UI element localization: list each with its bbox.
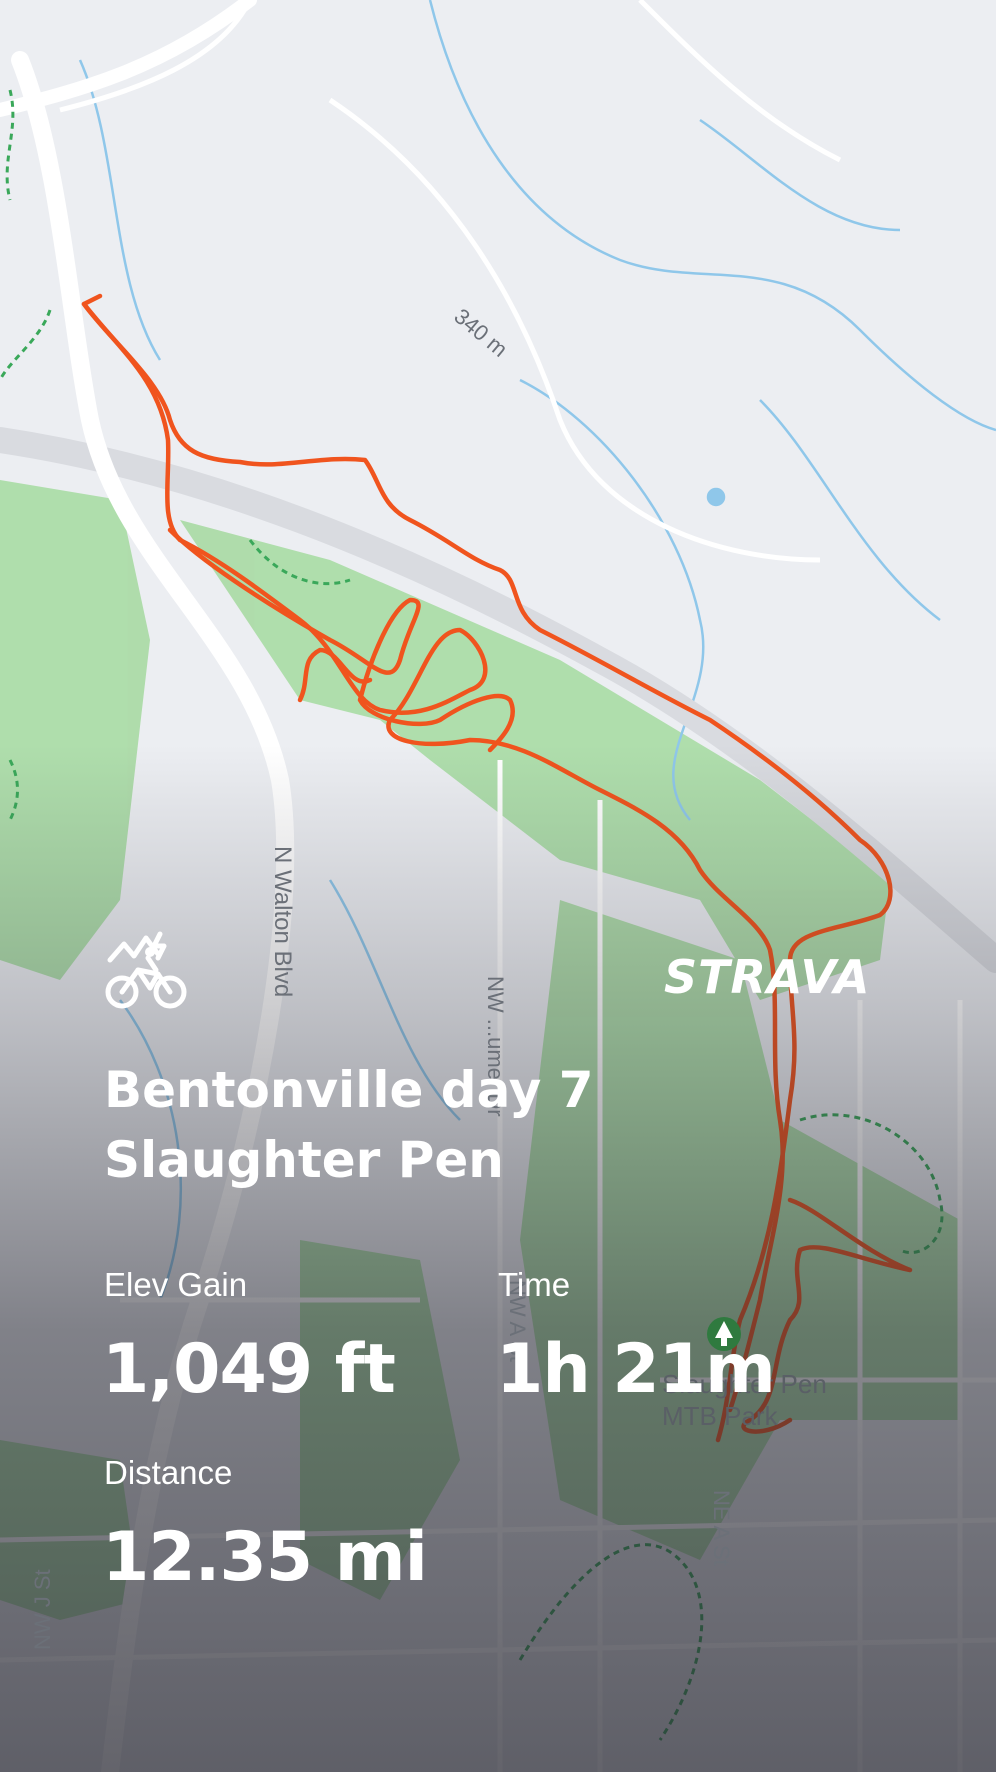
route-map <box>0 0 996 1772</box>
road-label-ne-a-st: NE A St <box>709 1490 734 1566</box>
distance-label: Distance <box>104 1454 233 1491</box>
elev-gain-value: 1,049 ft <box>102 1330 396 1409</box>
distance-value: 12.35 mi <box>102 1518 428 1597</box>
mountain-bike-icon <box>105 931 187 1009</box>
time-value: 1h 21m <box>496 1330 776 1409</box>
time-label: Time <box>498 1266 571 1303</box>
road-label-n-walton-blvd: N Walton Blvd <box>269 846 296 998</box>
activity-title: Bentonville day 7 Slaughter Pen <box>104 1055 804 1195</box>
activity-title-line1: Bentonville day 7 <box>104 1061 594 1119</box>
activity-share-card: 340 m N Walton Blvd NW ...umer Dr NW A S… <box>0 0 996 1772</box>
strava-logo: STRAVA <box>664 950 871 1004</box>
elev-gain-label: Elev Gain <box>104 1266 248 1303</box>
activity-title-line2: Slaughter Pen <box>104 1131 504 1189</box>
road-label-nw-j-st: NW J St <box>30 1569 55 1650</box>
